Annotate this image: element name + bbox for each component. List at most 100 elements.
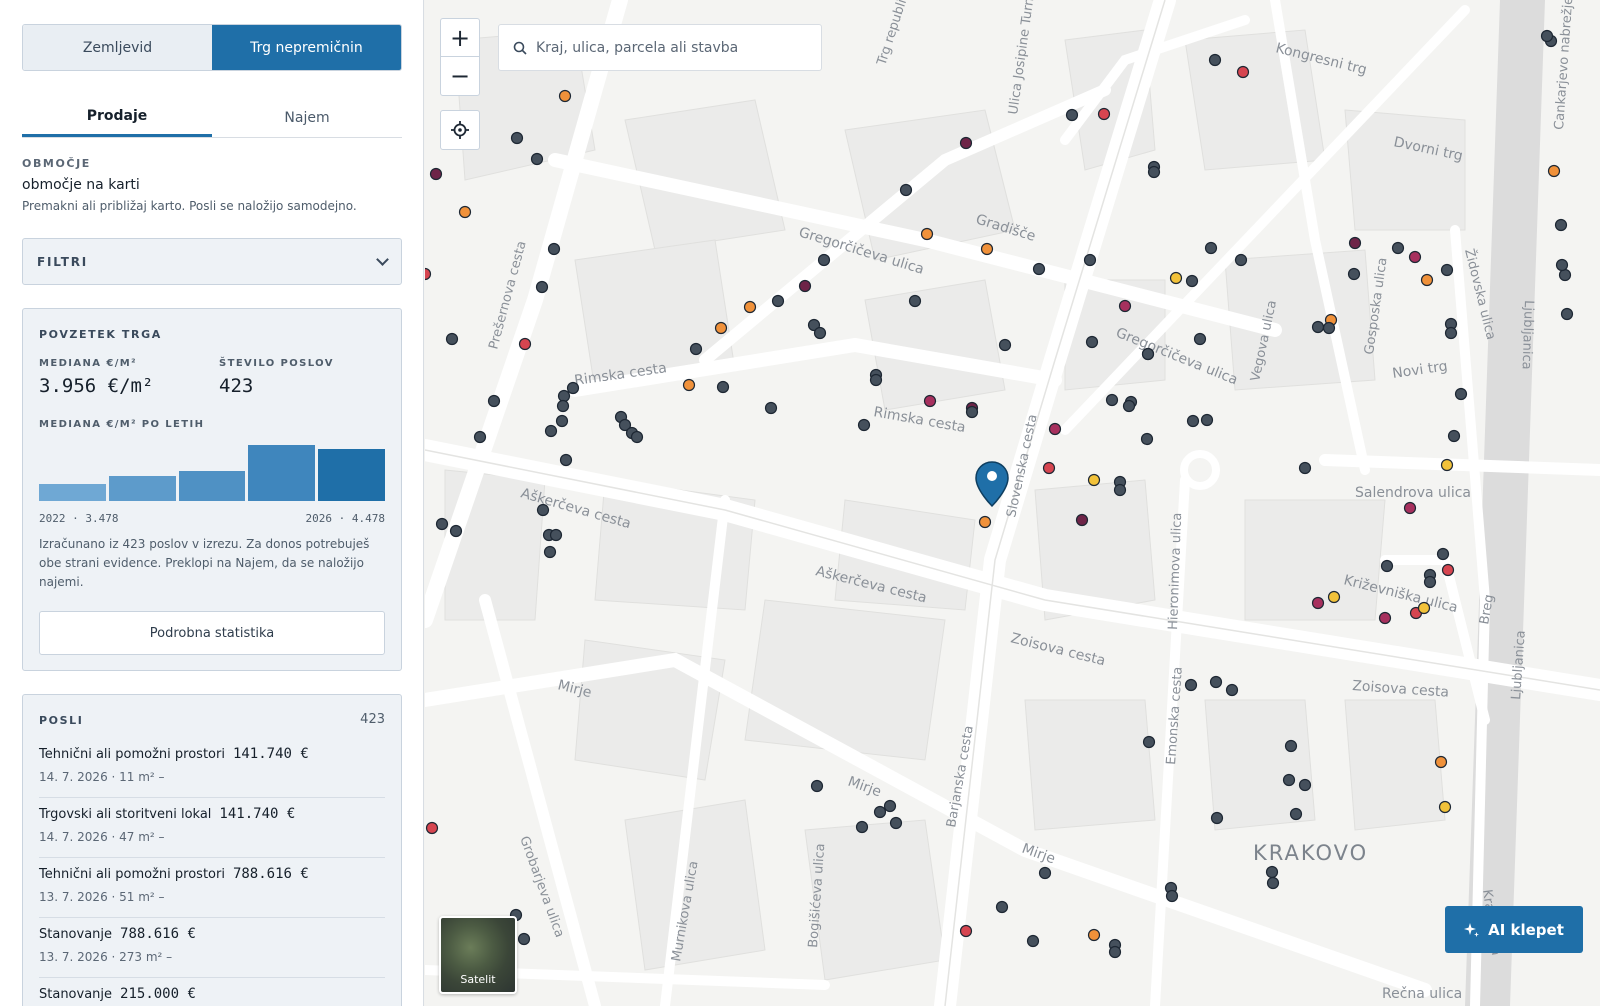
deal-marker[interactable]: [764, 401, 778, 415]
deal-marker[interactable]: [959, 924, 973, 938]
deal-marker[interactable]: [549, 528, 563, 542]
deal-marker[interactable]: [771, 294, 785, 308]
deal-marker[interactable]: [1105, 393, 1119, 407]
deal-marker[interactable]: [716, 380, 730, 394]
deal-marker[interactable]: [1403, 501, 1417, 515]
deal-marker[interactable]: [1347, 267, 1361, 281]
deal-marker[interactable]: [1311, 320, 1325, 334]
deal-marker[interactable]: [1048, 422, 1062, 436]
zoom-in-button[interactable]: +: [441, 19, 479, 57]
deal-marker[interactable]: [1441, 563, 1455, 577]
mode-market-button[interactable]: Trg nepremičnin: [212, 25, 401, 70]
deal-marker[interactable]: [1026, 934, 1040, 948]
list-item[interactable]: Trgovski ali storitveni lokal 141.740 € 1…: [39, 797, 385, 858]
deal-marker[interactable]: [817, 253, 831, 267]
deal-marker[interactable]: [1417, 601, 1431, 615]
deal-marker[interactable]: [543, 545, 557, 559]
deal-marker[interactable]: [1555, 258, 1569, 272]
deal-marker[interactable]: [1140, 432, 1154, 446]
deal-marker[interactable]: [995, 900, 1009, 914]
deal-marker[interactable]: [1558, 268, 1572, 282]
deal-marker[interactable]: [1560, 307, 1574, 321]
deal-marker[interactable]: [998, 338, 1012, 352]
deal-marker[interactable]: [1348, 236, 1362, 250]
deal-marker[interactable]: [1210, 811, 1224, 825]
deal-marker[interactable]: [566, 381, 580, 395]
deal-marker[interactable]: [1447, 429, 1461, 443]
filters-toggle[interactable]: FILTRI: [22, 238, 402, 285]
deal-marker[interactable]: [1378, 611, 1392, 625]
tab-sales[interactable]: Prodaje: [22, 98, 212, 137]
map-layer[interactable]: Kongresni trg Dvorni trg Gradišče Gregor…: [425, 0, 1600, 1006]
deal-marker[interactable]: [536, 503, 550, 517]
deal-marker[interactable]: [1038, 866, 1052, 880]
deal-marker[interactable]: [1266, 876, 1280, 890]
deal-marker[interactable]: [1236, 65, 1250, 79]
deal-marker[interactable]: [1322, 321, 1336, 335]
deal-marker[interactable]: [1185, 274, 1199, 288]
deal-marker[interactable]: [1208, 53, 1222, 67]
deal-marker[interactable]: [1065, 108, 1079, 122]
deal-marker[interactable]: [530, 152, 544, 166]
deal-marker[interactable]: [1311, 596, 1325, 610]
deal-marker[interactable]: [425, 267, 432, 281]
ai-chat-button[interactable]: AI klepet: [1445, 906, 1583, 953]
deal-marker[interactable]: [883, 799, 897, 813]
deal-marker[interactable]: [1097, 107, 1111, 121]
deal-marker[interactable]: [869, 373, 883, 387]
deal-marker[interactable]: [1420, 273, 1434, 287]
satellite-toggle[interactable]: Satelit: [439, 916, 517, 994]
map-canvas[interactable]: Kongresni trg Dvorni trg Gradišče Gregor…: [425, 0, 1600, 1006]
deal-marker[interactable]: [1108, 945, 1122, 959]
deal-marker[interactable]: [889, 816, 903, 830]
deal-marker[interactable]: [1380, 559, 1394, 573]
detailed-stats-button[interactable]: Podrobna statistika: [39, 611, 385, 655]
deal-marker[interactable]: [743, 300, 757, 314]
deal-marker[interactable]: [1298, 778, 1312, 792]
deal-marker[interactable]: [1436, 547, 1450, 561]
deal-marker[interactable]: [908, 294, 922, 308]
deal-marker[interactable]: [1444, 326, 1458, 340]
deal-marker[interactable]: [1087, 928, 1101, 942]
deal-marker[interactable]: [980, 242, 994, 256]
locate-button[interactable]: [440, 110, 480, 150]
deal-marker[interactable]: [1113, 483, 1127, 497]
list-item[interactable]: Stanovanje 215.000 €: [39, 977, 385, 1006]
deal-marker[interactable]: [813, 326, 827, 340]
list-item[interactable]: Tehnični ali pomožni prostori 788.616 € 1…: [39, 857, 385, 918]
deal-marker[interactable]: [978, 515, 992, 529]
deal-marker[interactable]: [1200, 413, 1214, 427]
deal-marker[interactable]: [965, 405, 979, 419]
deal-marker[interactable]: [714, 321, 728, 335]
deal-marker[interactable]: [1298, 461, 1312, 475]
deal-marker[interactable]: [1169, 271, 1183, 285]
deal-marker[interactable]: [1142, 735, 1156, 749]
deal-marker[interactable]: [1440, 458, 1454, 472]
deal-marker[interactable]: [1391, 241, 1405, 255]
deal-marker[interactable]: [798, 279, 812, 293]
deal-marker[interactable]: [920, 227, 934, 241]
deal-marker[interactable]: [1193, 332, 1207, 346]
deal-marker[interactable]: [1118, 299, 1132, 313]
deal-marker[interactable]: [1085, 335, 1099, 349]
deal-marker[interactable]: [518, 337, 532, 351]
deal-marker[interactable]: [923, 394, 937, 408]
deal-marker[interactable]: [1083, 253, 1097, 267]
deal-marker[interactable]: [630, 430, 644, 444]
deal-marker[interactable]: [1282, 773, 1296, 787]
deal-marker[interactable]: [547, 242, 561, 256]
deal-marker[interactable]: [510, 131, 524, 145]
deal-marker[interactable]: [458, 205, 472, 219]
mode-cadastre-button[interactable]: Zemljevid: [23, 25, 212, 70]
deal-marker[interactable]: [899, 183, 913, 197]
deal-marker[interactable]: [558, 89, 572, 103]
search-input[interactable]: [536, 39, 806, 56]
deal-marker[interactable]: [1042, 461, 1056, 475]
deal-marker[interactable]: [873, 805, 887, 819]
deal-marker[interactable]: [1440, 263, 1454, 277]
deal-marker[interactable]: [425, 821, 439, 835]
deal-marker[interactable]: [1225, 683, 1239, 697]
deal-marker[interactable]: [1209, 675, 1223, 689]
deal-marker[interactable]: [1265, 865, 1279, 879]
deal-marker[interactable]: [559, 453, 573, 467]
